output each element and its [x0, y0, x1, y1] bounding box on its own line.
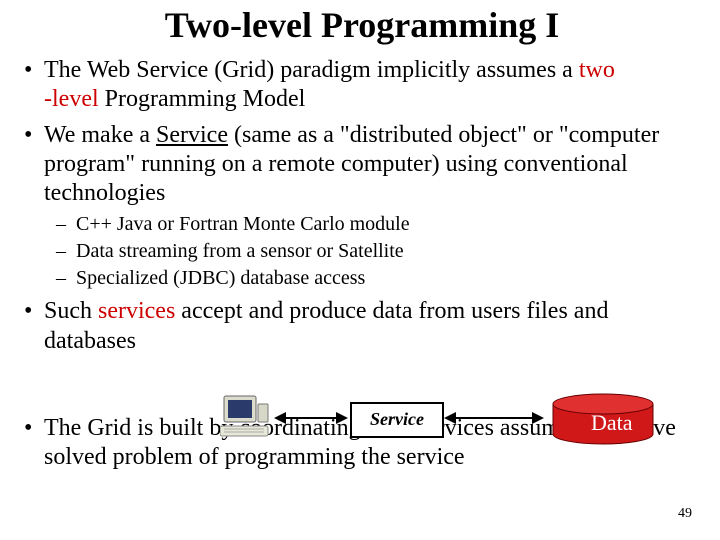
computer-icon [220, 394, 272, 444]
text: Such [44, 298, 98, 324]
page-number: 49 [678, 506, 692, 522]
sub-bullet-item: C++ Java or Fortran Monte Carlo module [54, 212, 702, 237]
bullet-item: Such services accept and produce data fr… [22, 297, 702, 356]
text: The Web Service (Grid) paradigm implicit… [44, 57, 579, 83]
service-box: Service [350, 402, 444, 438]
highlight-text: services [98, 298, 175, 324]
double-arrow-icon [444, 410, 544, 426]
text: Programming Model [99, 86, 306, 112]
highlight-text: two [579, 57, 615, 83]
service-label: Service [370, 409, 424, 429]
sub-bullet-item: Specialized (JDBC) database access [54, 266, 702, 291]
text: Data streaming from a sensor or Satellit… [76, 240, 404, 262]
slide-title: Two-level Programming I [22, 4, 702, 46]
bullet-item: We make a Service (same as a "distribute… [22, 121, 702, 292]
text: Specialized (JDBC) database access [76, 267, 365, 289]
underlined-text: Service [156, 122, 228, 148]
text: C++ Java or Fortran Monte Carlo module [76, 213, 410, 235]
sub-bullet-item: Data streaming from a sensor or Satellit… [54, 239, 702, 264]
service-data-diagram: Service Data [220, 392, 700, 452]
data-label: Data [591, 410, 633, 436]
bullet-item: The Web Service (Grid) paradigm implicit… [22, 56, 702, 115]
double-arrow-icon [274, 410, 348, 426]
highlight-text: -level [44, 86, 99, 112]
text: We make a [44, 122, 156, 148]
slide: Two-level Programming I The Web Service … [0, 4, 720, 540]
sub-bullet-list: C++ Java or Fortran Monte Carlo module D… [44, 212, 702, 291]
